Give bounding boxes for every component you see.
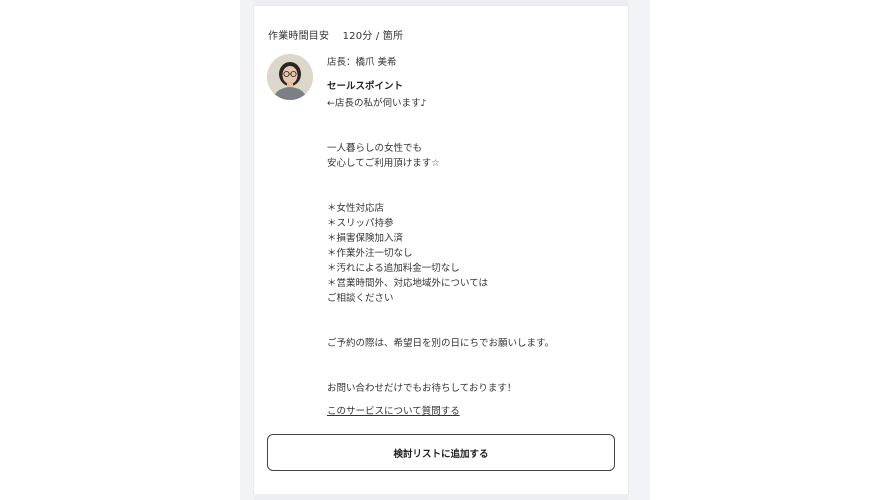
work-time-estimate: 作業時間目安 120分 / 箇所 (268, 27, 403, 42)
sales-point-body: ←店長の私が伺います♪ 一人暮らしの女性でも 安心してご利用頂けます☆ ＊女性対… (327, 98, 555, 394)
sales-point-title: セールスポイント (327, 81, 404, 92)
page: 作業時間目安 120分 / 箇所 店長：橋爪 美希 セールスポイント ←店長の私… (0, 0, 891, 500)
owner-name: 店長：橋爪 美希 (327, 57, 397, 68)
person-photo-icon (267, 54, 313, 100)
card-bottom-divider (254, 494, 628, 500)
add-to-wishlist-button[interactable]: 検討リストに追加する (267, 434, 615, 471)
work-time-label: 作業時間目安 (268, 31, 330, 42)
work-time-value: 120分 / 箇所 (342, 31, 404, 42)
ask-question-link[interactable]: このサービスについて質問する (327, 403, 460, 417)
avatar (267, 54, 313, 100)
